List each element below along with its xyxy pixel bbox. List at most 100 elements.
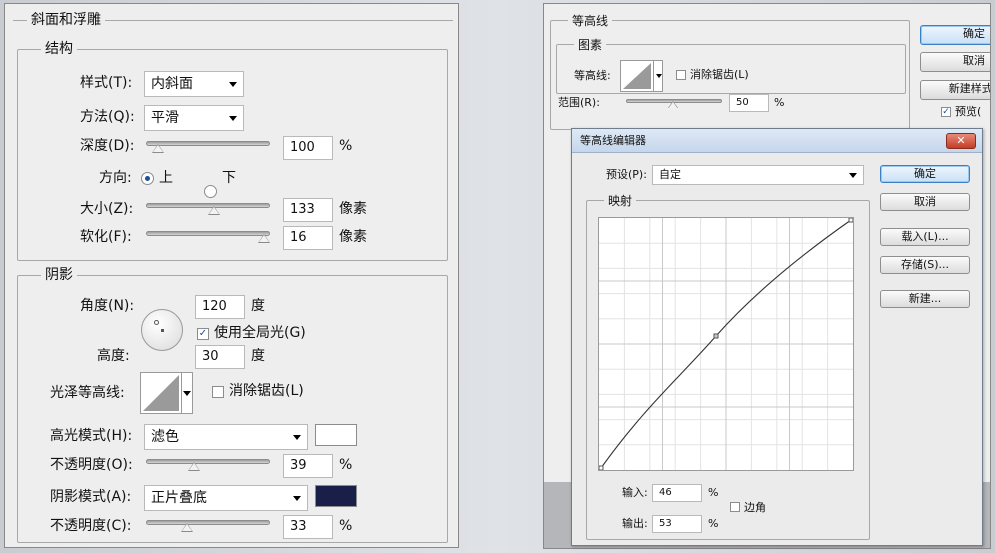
curve-point-mid — [713, 333, 719, 339]
range-input[interactable]: 50 — [729, 94, 769, 112]
gloss-contour-dropdown[interactable] — [182, 372, 193, 414]
soften-input[interactable]: 16 — [283, 226, 333, 250]
highlight-opacity-input[interactable]: 39 — [283, 454, 333, 478]
contour-group-title: 等高线 — [568, 13, 613, 29]
chevron-down-icon — [293, 435, 301, 440]
contour-graph-svg — [598, 217, 854, 471]
contour-antialias-label: 消除锯齿(L) — [690, 68, 749, 81]
method-value: 平滑 — [151, 110, 179, 126]
input-field[interactable]: 46 — [652, 484, 702, 502]
curve-point-end — [848, 217, 854, 223]
altitude-label: 高度: — [97, 348, 130, 364]
gloss-contour-label: 光泽等高线: — [50, 385, 125, 401]
contour-antialias-checkbox[interactable] — [676, 70, 686, 80]
soften-label: 软化(F): — [80, 229, 132, 245]
highlight-opacity-slider[interactable] — [146, 459, 270, 473]
highlight-mode-value: 滤色 — [151, 429, 179, 445]
angle-dial[interactable] — [141, 309, 183, 351]
style-select[interactable]: 内斜面 — [144, 71, 244, 97]
shadow-opacity-unit: % — [339, 518, 353, 534]
new-style-button[interactable]: 新建样式( — [920, 80, 990, 100]
altitude-input[interactable]: 30 — [195, 345, 245, 369]
depth-unit: % — [339, 138, 353, 154]
highlight-opacity-thumb[interactable] — [188, 462, 200, 471]
range-label: 范围(R): — [558, 96, 600, 109]
output-field[interactable]: 53 — [652, 515, 702, 533]
style-label: 样式(T): — [80, 75, 133, 91]
global-light-label: 使用全局光(G) — [214, 325, 306, 341]
direction-down-radio[interactable] — [204, 185, 217, 198]
shadow-mode-label: 阴影模式(A): — [50, 489, 132, 505]
shadow-mode-select[interactable]: 正片叠底 — [144, 485, 308, 511]
editor-ok-button[interactable]: 确定 — [880, 165, 970, 183]
size-slider[interactable] — [146, 203, 270, 217]
altitude-unit: 度 — [251, 348, 265, 364]
contour-editor-title: 等高线编辑器 — [580, 134, 646, 147]
soften-slider-track — [146, 231, 270, 236]
bevel-emboss-title: 斜面和浮雕 — [27, 12, 105, 28]
direction-down-label: 下 — [222, 170, 236, 186]
cancel-button[interactable]: 取消 — [920, 52, 990, 72]
angle-dial-marker — [154, 320, 159, 325]
contour-graph[interactable] — [598, 217, 854, 471]
angle-label: 角度(N): — [80, 298, 135, 314]
direction-label: 方向: — [99, 170, 132, 186]
new-button[interactable]: 新建... — [880, 290, 970, 308]
chevron-down-icon — [293, 496, 301, 501]
chevron-down-icon — [183, 391, 191, 396]
gloss-contour-picker[interactable] — [140, 372, 182, 414]
gloss-antialias-checkbox[interactable] — [212, 386, 224, 398]
gloss-antialias-label: 消除锯齿(L) — [229, 383, 304, 399]
contour-editor-titlebar[interactable]: 等高线编辑器 ✕ — [572, 129, 982, 153]
contour-dropdown[interactable] — [654, 60, 663, 92]
highlight-opacity-track — [146, 459, 270, 464]
shadow-opacity-label: 不透明度(C): — [50, 518, 132, 534]
shadow-opacity-thumb[interactable] — [181, 523, 193, 532]
style-value: 内斜面 — [151, 76, 193, 92]
depth-slider[interactable] — [146, 141, 270, 155]
shadow-opacity-input[interactable]: 33 — [283, 515, 333, 539]
editor-cancel-button[interactable]: 取消 — [880, 193, 970, 211]
shadow-opacity-slider[interactable] — [146, 520, 270, 534]
range-slider[interactable] — [626, 99, 722, 111]
close-button[interactable]: ✕ — [946, 133, 976, 149]
close-icon: ✕ — [956, 134, 966, 147]
soften-slider[interactable] — [146, 231, 270, 245]
size-unit: 像素 — [339, 201, 367, 217]
depth-slider-thumb[interactable] — [152, 144, 164, 153]
direction-up-label: 上 — [159, 170, 173, 186]
shadow-color-swatch[interactable] — [315, 485, 357, 507]
shading-title: 阴影 — [41, 267, 77, 283]
soften-unit: 像素 — [339, 229, 367, 245]
contour-picker[interactable] — [620, 60, 654, 92]
structure-title: 结构 — [41, 41, 77, 57]
preset-label: 预设(P): — [606, 168, 647, 181]
depth-slider-track — [146, 141, 270, 146]
save-button[interactable]: 存储(S)... — [880, 256, 970, 274]
load-button[interactable]: 载入(L)... — [880, 228, 970, 246]
size-label: 大小(Z): — [80, 201, 134, 217]
angle-input[interactable]: 120 — [195, 295, 245, 319]
input-unit: % — [708, 486, 719, 499]
global-light-checkbox[interactable]: ✓ — [197, 328, 209, 340]
soften-slider-thumb[interactable] — [258, 234, 270, 243]
highlight-color-swatch[interactable] — [315, 424, 357, 446]
elements-group-title: 图素 — [574, 37, 607, 53]
input-label: 输入: — [622, 486, 648, 499]
preset-select[interactable]: 自定 — [652, 165, 864, 185]
preview-label: 预览( — [955, 105, 982, 118]
preview-checkbox[interactable]: ✓ — [941, 107, 951, 117]
direction-up-radio[interactable] — [141, 172, 154, 185]
range-unit: % — [774, 96, 785, 109]
depth-input[interactable]: 100 — [283, 136, 333, 160]
highlight-mode-select[interactable]: 滤色 — [144, 424, 308, 450]
chevron-down-icon — [656, 74, 662, 78]
size-input[interactable]: 133 — [283, 198, 333, 222]
corner-checkbox[interactable] — [730, 502, 740, 512]
shadow-opacity-track — [146, 520, 270, 525]
method-select[interactable]: 平滑 — [144, 105, 244, 131]
ok-button[interactable]: 确定 — [920, 25, 990, 45]
size-slider-thumb[interactable] — [208, 206, 220, 215]
range-slider-thumb[interactable] — [668, 101, 678, 109]
curve-point-start — [598, 465, 604, 471]
